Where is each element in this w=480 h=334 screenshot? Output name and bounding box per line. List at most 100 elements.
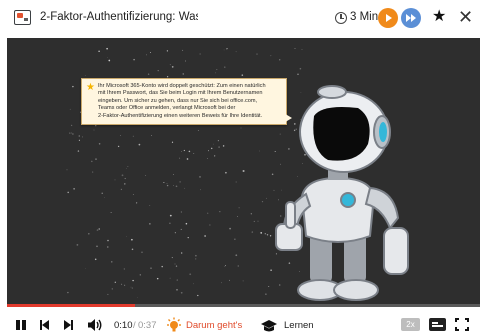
- star-dot: [151, 135, 152, 136]
- star-dot: [107, 57, 108, 58]
- star-dot: [169, 64, 171, 66]
- lightbulb-icon[interactable]: [165, 317, 183, 334]
- star-dot: [193, 153, 195, 154]
- time-current: 0:10: [114, 320, 133, 331]
- star-dot: [72, 133, 74, 135]
- star-dot: [241, 74, 244, 76]
- star-dot: [69, 108, 71, 110]
- star-dot: [72, 85, 74, 88]
- star-dot: [95, 125, 97, 127]
- star-dot: [225, 171, 227, 174]
- star-dot: [199, 53, 201, 55]
- fullscreen-icon[interactable]: [455, 318, 469, 331]
- star-dot: [195, 254, 197, 257]
- lernen-button[interactable]: Lernen: [284, 320, 314, 331]
- star-dot: [98, 143, 101, 145]
- star-dot: [215, 72, 217, 74]
- pause-icon[interactable]: [16, 320, 26, 330]
- captions-icon[interactable]: [429, 318, 446, 331]
- star-dot: [145, 175, 147, 176]
- skip-next-icon[interactable]: [64, 320, 74, 330]
- star-dot: [222, 145, 225, 147]
- star-dot: [270, 55, 272, 57]
- fast-forward-circle-icon[interactable]: [401, 8, 421, 28]
- playback-speed-button[interactable]: 2x: [401, 318, 420, 331]
- star-dot: [242, 170, 245, 172]
- star-dot: [209, 224, 211, 226]
- star-dot: [111, 261, 113, 263]
- star-dot: [107, 246, 109, 248]
- star-dot: [76, 244, 79, 246]
- star-dot: [123, 268, 125, 270]
- star-dot: [217, 140, 219, 142]
- speech-line: eingeben. Um sicher zu gehen, dass nur S…: [98, 97, 258, 104]
- star-dot: [98, 50, 100, 52]
- play-circle-icon[interactable]: [378, 8, 398, 28]
- clock-icon: [335, 12, 347, 24]
- star-dot: [107, 239, 109, 242]
- star-dot: [114, 179, 116, 181]
- star-dot: [84, 74, 86, 76]
- star-dot: [223, 49, 225, 51]
- star-dot: [127, 166, 129, 167]
- close-icon[interactable]: ✕: [458, 8, 473, 26]
- star-dot: [175, 265, 178, 267]
- star-dot: [145, 54, 147, 56]
- speech-line: 2-Faktor-Authentifizierung einen weitere…: [98, 112, 263, 119]
- star-dot: [251, 231, 254, 233]
- star-dot: [67, 291, 69, 294]
- star-dot: [219, 211, 221, 213]
- star-dot: [229, 279, 230, 281]
- star-dot: [210, 147, 213, 150]
- star-dot: [200, 189, 201, 191]
- duration-label: 3 Min.: [350, 11, 382, 23]
- star-dot: [180, 291, 183, 294]
- star-icon[interactable]: ★: [432, 9, 446, 25]
- star-dot: [78, 139, 80, 141]
- graduation-cap-icon[interactable]: [260, 319, 278, 333]
- star-dot: [279, 59, 281, 61]
- star-dot: [240, 127, 242, 129]
- star-dot: [180, 228, 182, 230]
- star-dot: [218, 146, 220, 148]
- star-dot: [120, 188, 123, 191]
- star-dot: [182, 49, 184, 51]
- star-dot: [71, 132, 73, 134]
- star-dot: [171, 257, 173, 259]
- star-dot: [114, 281, 116, 283]
- star-dot: [221, 282, 222, 284]
- star-dot: [224, 66, 226, 68]
- star-dot: [124, 284, 126, 286]
- star-dot: [166, 184, 169, 187]
- skip-previous-icon[interactable]: [40, 320, 50, 330]
- star-dot: [259, 150, 260, 152]
- star-dot: [81, 136, 83, 138]
- presentation-icon: [14, 10, 31, 25]
- star-dot: [225, 264, 226, 266]
- star-dot: [169, 277, 171, 279]
- star-dot: [161, 265, 163, 268]
- star-dot: [166, 182, 168, 184]
- star-dot: [193, 283, 195, 285]
- star-dot: [224, 266, 226, 267]
- star-dot: [133, 58, 135, 61]
- darum-gehts-button[interactable]: Darum geht's: [186, 320, 242, 331]
- star-dot: [108, 59, 111, 62]
- time-separator: /: [133, 320, 136, 331]
- star-dot: [207, 212, 209, 214]
- star-dot: [257, 220, 259, 222]
- volume-icon[interactable]: [87, 318, 103, 332]
- star-dot: [174, 232, 176, 234]
- star-dot: [299, 67, 302, 70]
- star-dot: [216, 69, 218, 71]
- star-dot: [131, 287, 133, 289]
- star-icon: ★: [86, 82, 95, 93]
- star-dot: [117, 145, 120, 148]
- video-player-area[interactable]: ★ Ihr Microsoft 365-Konto wird doppelt g…: [7, 38, 480, 304]
- star-dot: [139, 274, 141, 276]
- star-dot: [213, 143, 214, 145]
- star-dot: [121, 283, 123, 285]
- player-controls: 0:10 / 0:37 Darum geht's Lernen 2x: [0, 307, 480, 334]
- star-dot: [183, 149, 185, 152]
- star-dot: [98, 228, 100, 230]
